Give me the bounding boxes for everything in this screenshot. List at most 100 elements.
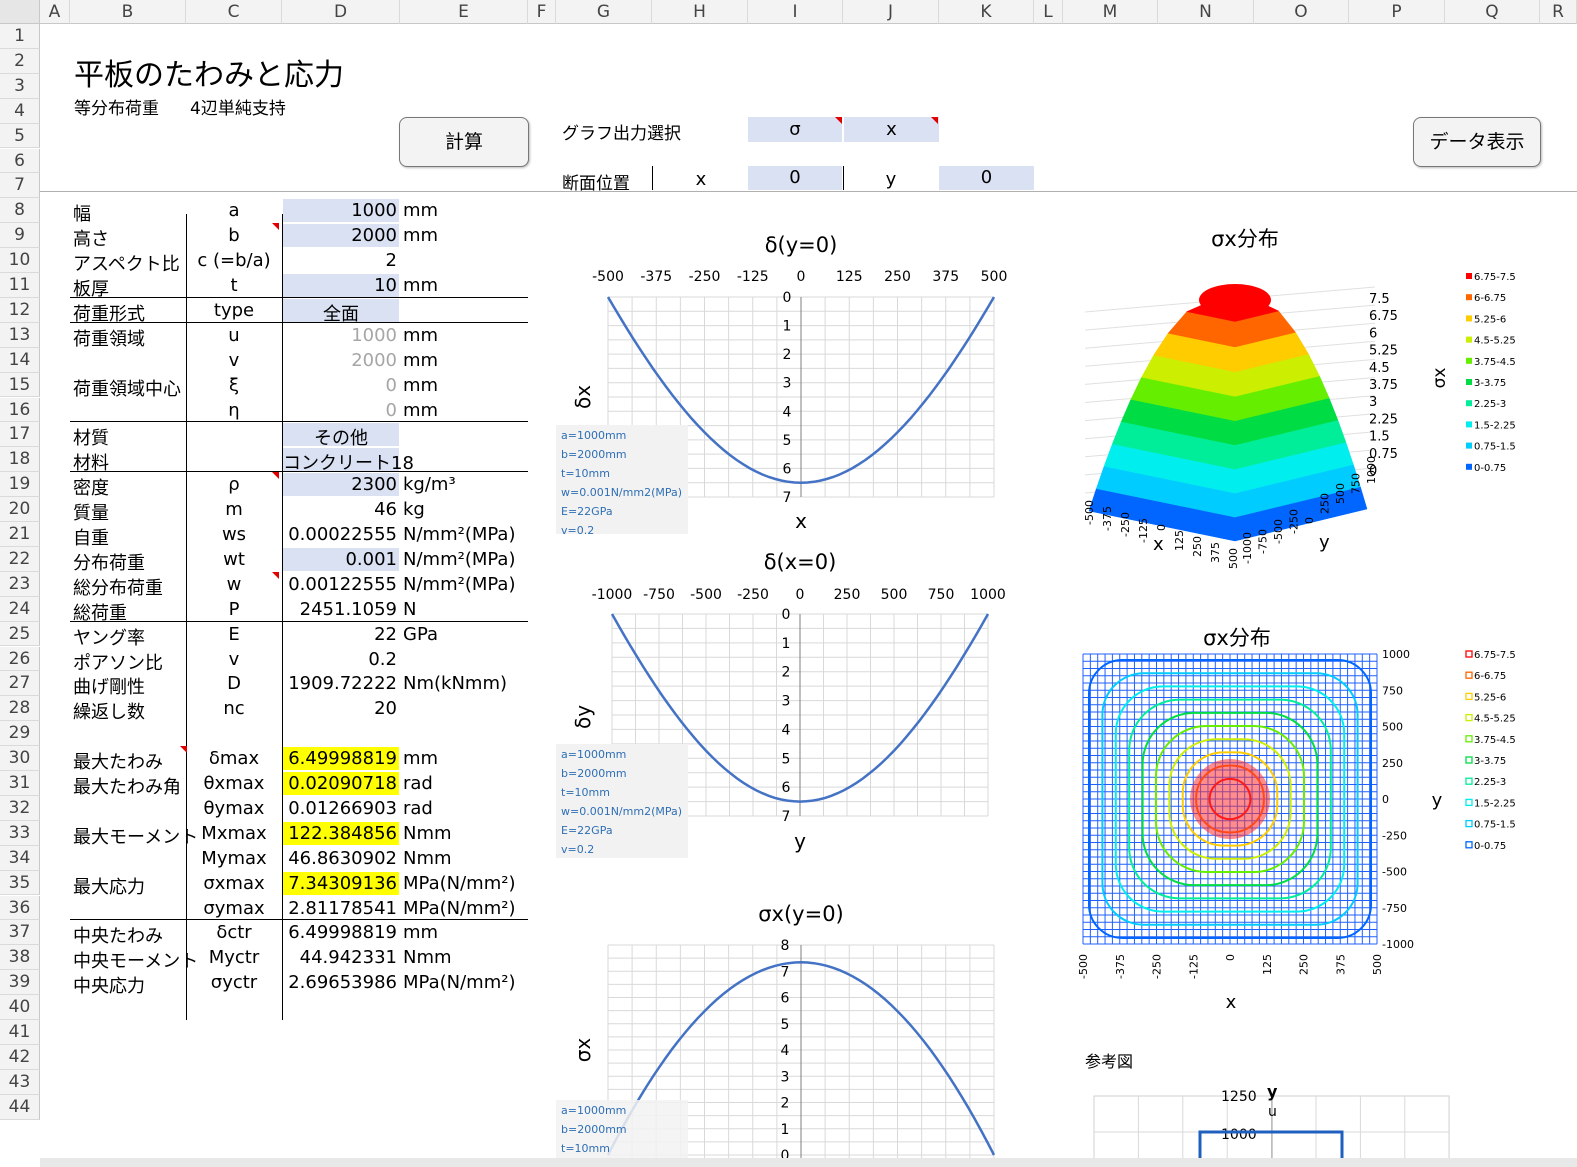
section-x-label: x <box>695 169 707 190</box>
z-axis-label: σx <box>1430 368 1450 389</box>
param-value: 1000 <box>351 324 397 346</box>
row-header[interactable]: 33 <box>0 820 40 846</box>
row-header[interactable]: 42 <box>0 1044 40 1070</box>
column-header[interactable]: H <box>652 0 748 24</box>
row-header[interactable]: 24 <box>0 596 40 622</box>
param-name: 最大応力 <box>73 876 145 898</box>
row-header[interactable]: 7 <box>0 173 40 199</box>
column-header[interactable]: O <box>1254 0 1349 24</box>
section-y-input[interactable]: 0 <box>939 166 1034 190</box>
legend-swatch <box>1465 841 1473 849</box>
row-header[interactable]: 41 <box>0 1020 40 1045</box>
column-header[interactable]: F <box>528 0 556 24</box>
row-header[interactable]: 10 <box>0 248 40 273</box>
row-header[interactable]: 4 <box>0 98 40 124</box>
y-tick-label: -500 <box>1272 519 1285 544</box>
x-axis-label: x <box>795 509 807 533</box>
row-header[interactable]: 44 <box>0 1094 40 1120</box>
y-axis-label: y <box>1267 1082 1278 1101</box>
row-header[interactable]: 27 <box>0 671 40 697</box>
reference-title: 参考図 <box>1085 1052 1134 1071</box>
column-header[interactable]: M <box>1063 0 1158 24</box>
row-header[interactable]: 26 <box>0 646 40 672</box>
row-header[interactable]: 25 <box>0 621 40 647</box>
y-tick-label: -250 <box>1382 829 1407 842</box>
row-header[interactable]: 35 <box>0 870 40 896</box>
row-header[interactable]: 3 <box>0 73 40 99</box>
param-symbol: θxmax <box>203 773 265 794</box>
x-tick-label: -125 <box>1137 518 1150 543</box>
section-x-input[interactable]: 0 <box>748 166 842 190</box>
graph-select-option-2[interactable]: x <box>844 117 939 142</box>
param-value: その他 <box>314 428 368 450</box>
param-value: 0.00122555 <box>288 573 397 595</box>
x-tick-label: 0 <box>796 587 805 603</box>
row-header[interactable]: 39 <box>0 970 40 996</box>
row-header[interactable]: 17 <box>0 422 40 448</box>
column-header[interactable]: N <box>1158 0 1254 24</box>
column-header[interactable]: D <box>282 0 400 24</box>
row-header[interactable]: 40 <box>0 995 40 1020</box>
row-header[interactable]: 2 <box>0 48 40 74</box>
legend-label: 0-0.75 <box>1474 841 1506 852</box>
row-header[interactable]: 34 <box>0 845 40 871</box>
row-header[interactable]: 28 <box>0 696 40 722</box>
legend-swatch <box>1466 315 1472 322</box>
param-unit: N <box>403 598 417 620</box>
row-header[interactable]: 29 <box>0 721 40 747</box>
row-header[interactable]: 30 <box>0 746 40 771</box>
row-header[interactable]: 22 <box>0 546 40 572</box>
row-header[interactable]: 6 <box>0 148 40 174</box>
column-header[interactable]: E <box>400 0 528 24</box>
y-tick-label: 7 <box>781 964 790 980</box>
row-header[interactable]: 36 <box>0 895 40 921</box>
y-tick-label: -250 <box>1288 509 1301 534</box>
column-header[interactable]: A <box>40 0 70 24</box>
row-header[interactable]: 31 <box>0 771 40 796</box>
column-header[interactable]: Q <box>1445 0 1540 24</box>
column-header[interactable]: L <box>1034 0 1063 24</box>
y-axis-label: y <box>1319 532 1330 553</box>
column-header[interactable]: K <box>939 0 1034 24</box>
column-header[interactable]: J <box>843 0 939 24</box>
row-header[interactable]: 8 <box>0 198 40 224</box>
row-header[interactable]: 37 <box>0 920 40 946</box>
row-header[interactable]: 5 <box>0 123 40 149</box>
column-header[interactable]: C <box>186 0 282 24</box>
row-header[interactable]: 1 <box>0 24 40 49</box>
row-header[interactable]: 32 <box>0 795 40 821</box>
select-all-corner[interactable] <box>0 0 40 24</box>
row-header[interactable]: 13 <box>0 322 40 348</box>
column-header[interactable]: G <box>556 0 652 24</box>
param-name: 最大たわみ <box>73 752 163 774</box>
row-header[interactable]: 14 <box>0 347 40 373</box>
legend-label: 0-0.75 <box>1474 463 1506 474</box>
data-display-button[interactable]: データ表示 <box>1413 117 1541 167</box>
row-header[interactable]: 20 <box>0 497 40 522</box>
column-header[interactable]: B <box>70 0 186 24</box>
graph-select-option-1[interactable]: σ <box>748 117 842 142</box>
column-header[interactable]: R <box>1540 0 1577 24</box>
row-header[interactable]: 15 <box>0 372 40 398</box>
param-value: 0.001 <box>345 548 397 570</box>
column-header[interactable]: I <box>748 0 843 24</box>
row-header[interactable]: 11 <box>0 273 40 298</box>
row-header[interactable]: 9 <box>0 223 40 249</box>
stress-x-chart: σx(y=0)012345678a=1000mmb=2000mmt=10mmσx <box>556 902 996 1167</box>
row-header[interactable]: 19 <box>0 472 40 498</box>
horizontal-scrollbar[interactable] <box>40 1158 1577 1167</box>
param-unit: Nmm <box>403 947 452 969</box>
row-header[interactable]: 38 <box>0 945 40 971</box>
row-header[interactable]: 16 <box>0 397 40 423</box>
comment-marker <box>931 117 938 124</box>
row-header[interactable]: 23 <box>0 571 40 597</box>
row-header[interactable]: 43 <box>0 1069 40 1095</box>
info-text: E=22GPa <box>561 505 613 518</box>
row-header[interactable]: 21 <box>0 522 40 547</box>
row-header[interactable]: 18 <box>0 447 40 473</box>
calc-button[interactable]: 計算 <box>399 117 529 167</box>
param-value: 2000 <box>351 349 397 371</box>
column-header[interactable]: P <box>1349 0 1445 24</box>
legend-label: 5.25-6 <box>1474 692 1506 703</box>
row-header[interactable]: 12 <box>0 297 40 323</box>
